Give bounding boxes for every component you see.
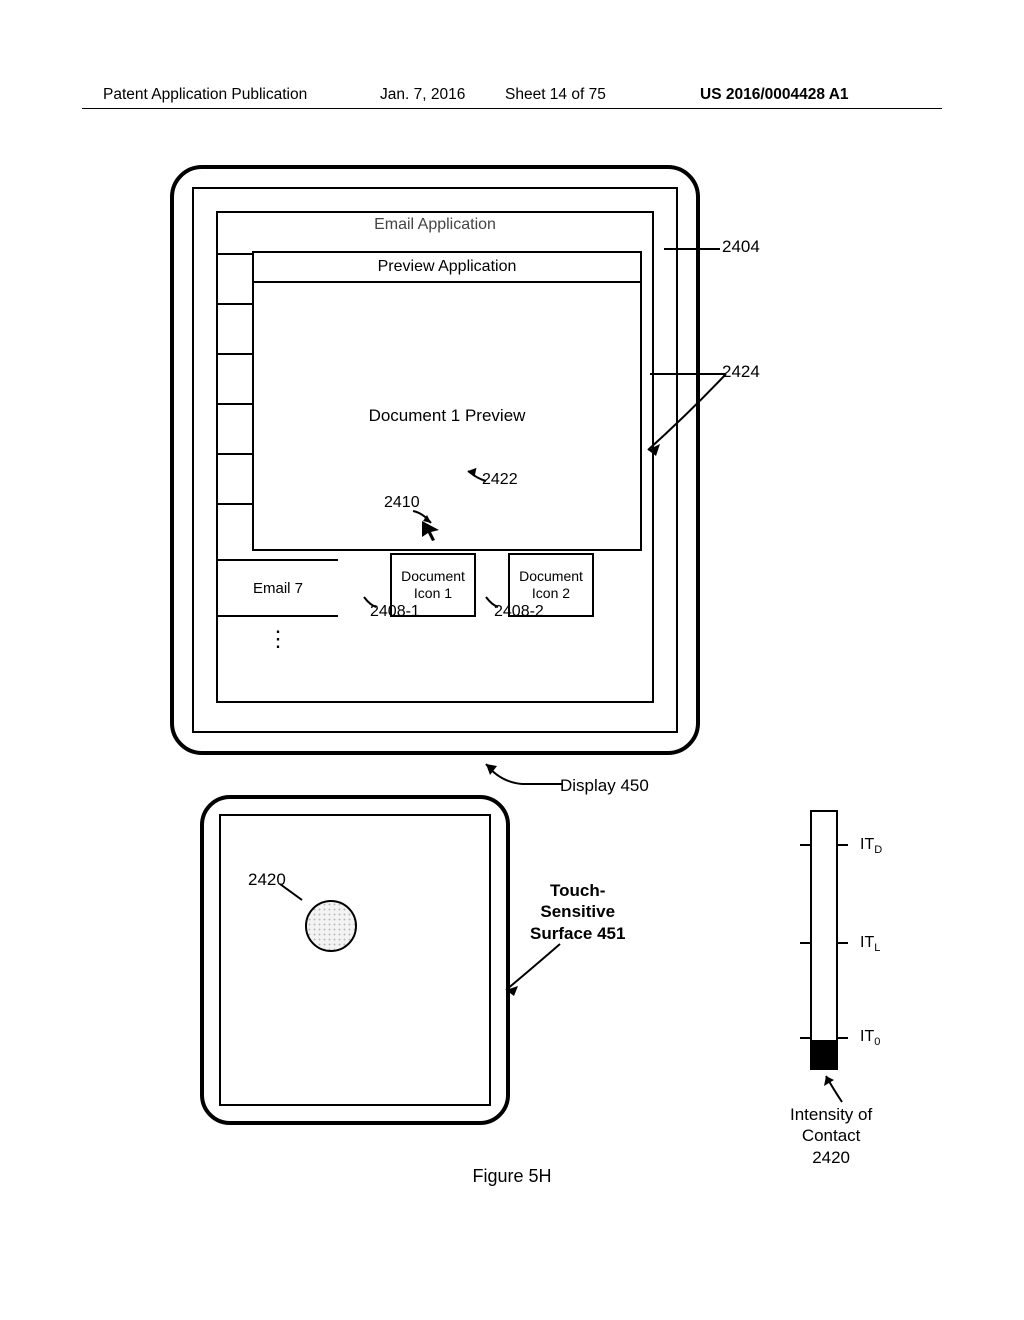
touch-surface[interactable] xyxy=(219,814,491,1106)
tick xyxy=(838,1037,848,1039)
tick xyxy=(800,1037,810,1039)
preview-body: Document 1 Preview xyxy=(254,283,640,549)
display-label: Display 450 xyxy=(560,775,649,796)
leader-2420 xyxy=(278,880,308,911)
figure-caption: Figure 5H xyxy=(0,1166,1024,1187)
leader-2408-1 xyxy=(360,593,380,616)
email-app-title: Email Application xyxy=(218,213,652,241)
email-list-item[interactable]: Email 7 xyxy=(218,559,338,615)
leader-2424 xyxy=(640,372,740,467)
header-rule xyxy=(82,108,942,109)
contact-point-icon xyxy=(305,900,357,952)
preview-app-title: Preview Application xyxy=(254,253,640,283)
tick xyxy=(838,844,848,846)
email-list-label: Email 7 xyxy=(253,580,303,597)
leader-2404 xyxy=(664,242,724,261)
preview-app-window: Preview Application Document 1 Preview xyxy=(252,251,642,551)
intensity-label: Intensity of Contact 2420 xyxy=(790,1104,872,1168)
display-screen: Email Application Email 6 Email 7 ⋮ Docu… xyxy=(192,187,678,733)
touch-surface-device xyxy=(200,795,510,1125)
tick xyxy=(838,942,848,944)
display-device: Email Application Email 6 Email 7 ⋮ Docu… xyxy=(170,165,700,755)
preview-body-text: Document 1 Preview xyxy=(369,406,526,426)
ref-2404: 2404 xyxy=(722,237,760,257)
intensity-tick-d: ITD xyxy=(860,836,882,856)
leader-display xyxy=(480,758,570,797)
intensity-tick-0: IT0 xyxy=(860,1028,880,1048)
header-date: Jan. 7, 2016 xyxy=(380,86,465,104)
tick xyxy=(800,942,810,944)
tick xyxy=(800,844,810,846)
intensity-meter xyxy=(810,810,838,1070)
ellipsis-icon: ⋮ xyxy=(267,633,289,644)
header-pubno: US 2016/0004428 A1 xyxy=(700,86,849,104)
leader-touch xyxy=(500,940,570,1005)
document-icon-1-label: Document Icon 1 xyxy=(401,568,465,603)
document-icon-2-label: Document Icon 2 xyxy=(519,568,583,603)
header-publication: Patent Application Publication xyxy=(103,86,307,104)
leader-2422 xyxy=(462,465,490,490)
email-list-more: ⋮ xyxy=(218,615,338,659)
leader-2408-2 xyxy=(482,593,502,616)
header-sheet: Sheet 14 of 75 xyxy=(505,86,606,104)
leader-2410 xyxy=(409,507,439,536)
intensity-fill xyxy=(812,1040,836,1068)
touch-surface-label: Touch- Sensitive Surface 451 xyxy=(530,880,625,944)
intensity-tick-l: ITL xyxy=(860,934,880,954)
